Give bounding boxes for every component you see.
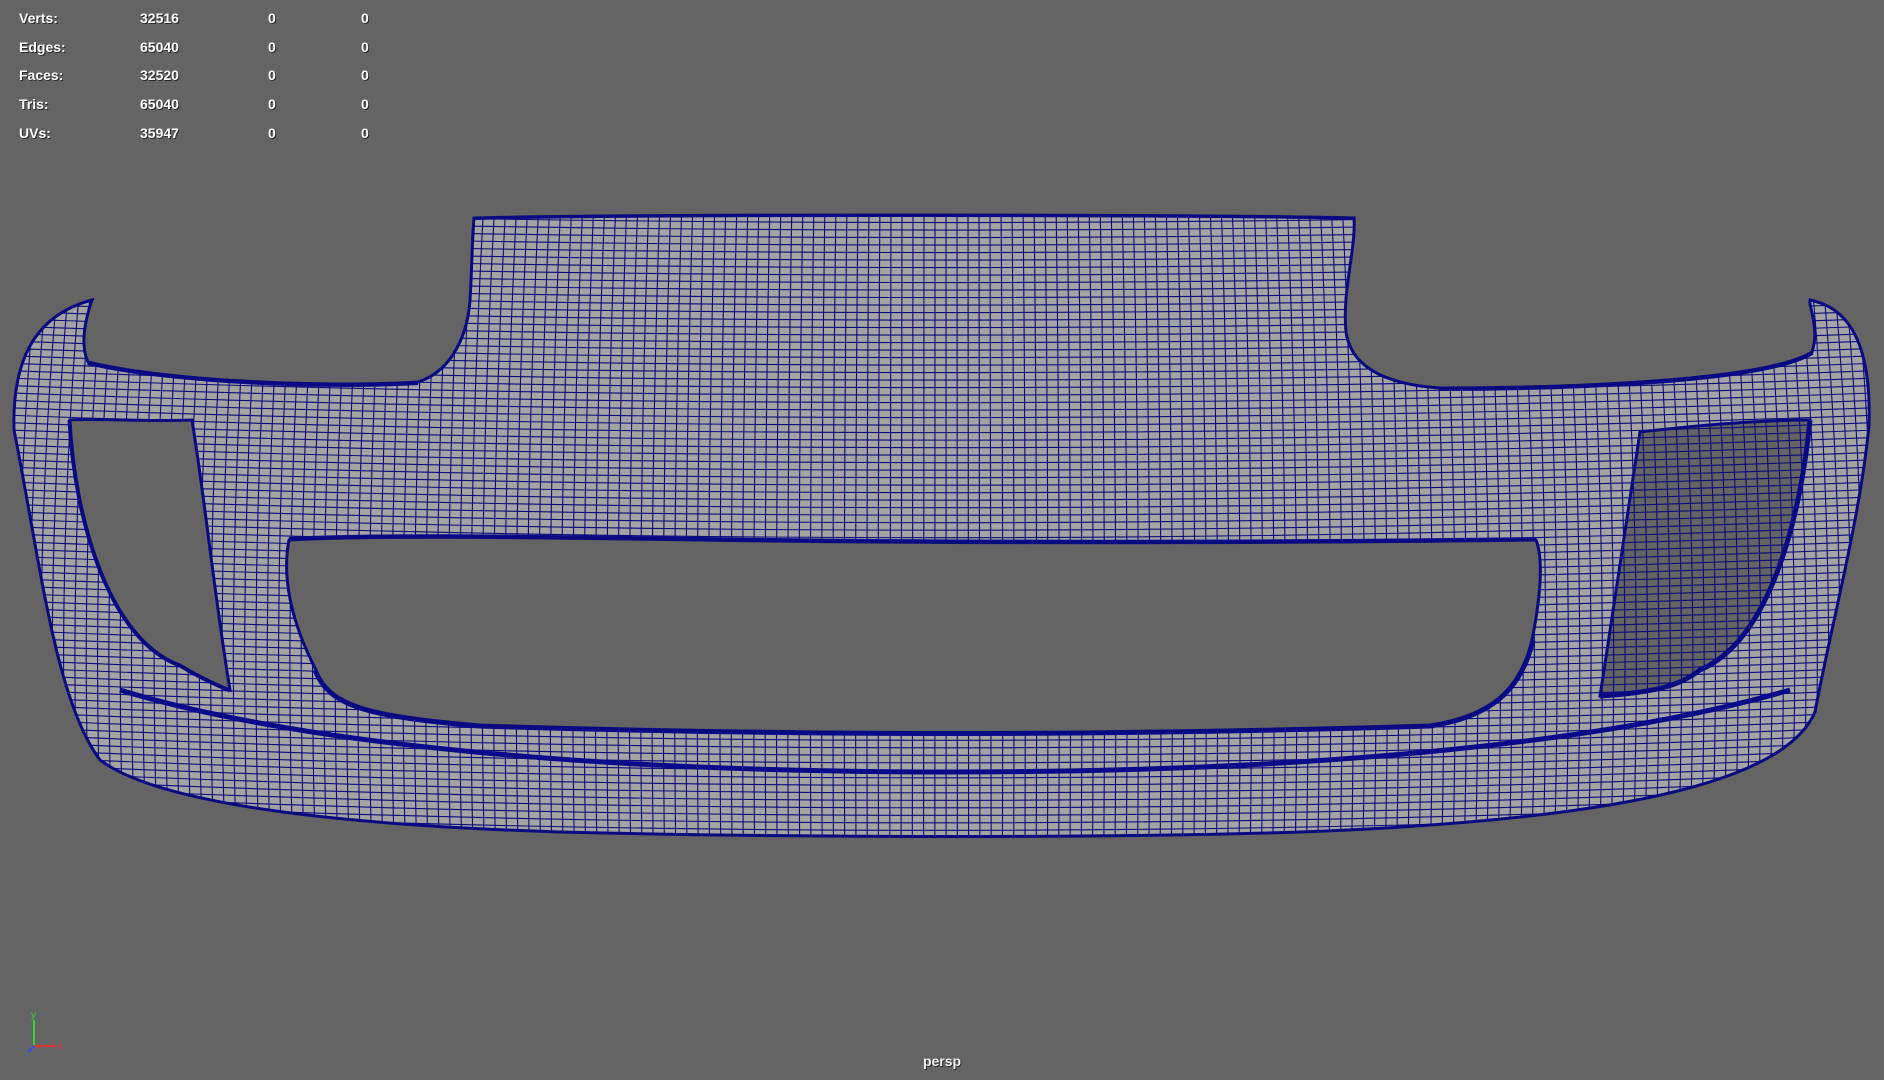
hud-row-faces: Faces: 32520 0 0 [19,61,401,90]
hud-value: 35947 [140,124,179,141]
z-axis-line [27,1045,35,1053]
bumper-mesh[interactable] [0,0,1884,1080]
wire-edge [0,838,1884,861]
poly-count-hud: Verts: 32516 0 0 Edges: 65040 0 0 Faces:… [19,4,401,147]
hud-value: 32520 [140,67,179,84]
wire-edge [1858,215,1870,837]
camera-name-label: persp [922,1053,962,1069]
hud-extra: 0 [361,67,369,84]
wire-edge [0,192,1884,207]
hud-label: Faces: [19,67,64,84]
wire-edge [0,853,1884,876]
perspective-viewport[interactable]: Verts: 32516 0 0 Edges: 65040 0 0 Faces:… [0,0,1884,1080]
wire-edge [0,200,11,850]
wire-edge [13,215,23,837]
wire-edge [0,845,1884,868]
hud-extra: 0 [361,38,369,55]
hud-row-edges: Edges: 65040 0 0 [19,33,401,62]
wire-edge [13,215,1870,216]
wire-edge [0,185,1884,200]
wire-edge [1870,200,1884,850]
hud-selected: 0 [268,38,276,55]
hud-label: UVs: [19,124,51,141]
hud-selected: 0 [268,96,276,113]
hud-value: 32516 [140,10,179,27]
x-axis-label: x [58,1041,63,1052]
wire-edge [0,170,1884,185]
hud-extra: 0 [361,124,369,141]
y-axis-label: y [31,1010,36,1021]
hud-selected: 0 [268,124,276,141]
hud-label: Verts: [19,10,58,27]
hud-extra: 0 [361,10,369,27]
hud-extra: 0 [361,96,369,113]
hud-selected: 0 [268,67,276,84]
hud-row-uvs: UVs: 35947 0 0 [19,118,401,147]
hud-value: 65040 [140,38,179,55]
wire-edge [13,215,34,837]
wire-edge [0,860,1884,883]
hud-row-verts: Verts: 32516 0 0 [19,4,401,33]
axis-gizmo: y x [27,1010,63,1053]
hud-row-tris: Tris: 65040 0 0 [19,90,401,119]
hud-value: 65040 [140,96,179,113]
hud-label: Tris: [19,96,49,113]
hud-label: Edges: [19,38,66,55]
hud-selected: 0 [268,10,276,27]
wire-edge [0,177,1884,192]
wire-edge [0,867,1884,890]
